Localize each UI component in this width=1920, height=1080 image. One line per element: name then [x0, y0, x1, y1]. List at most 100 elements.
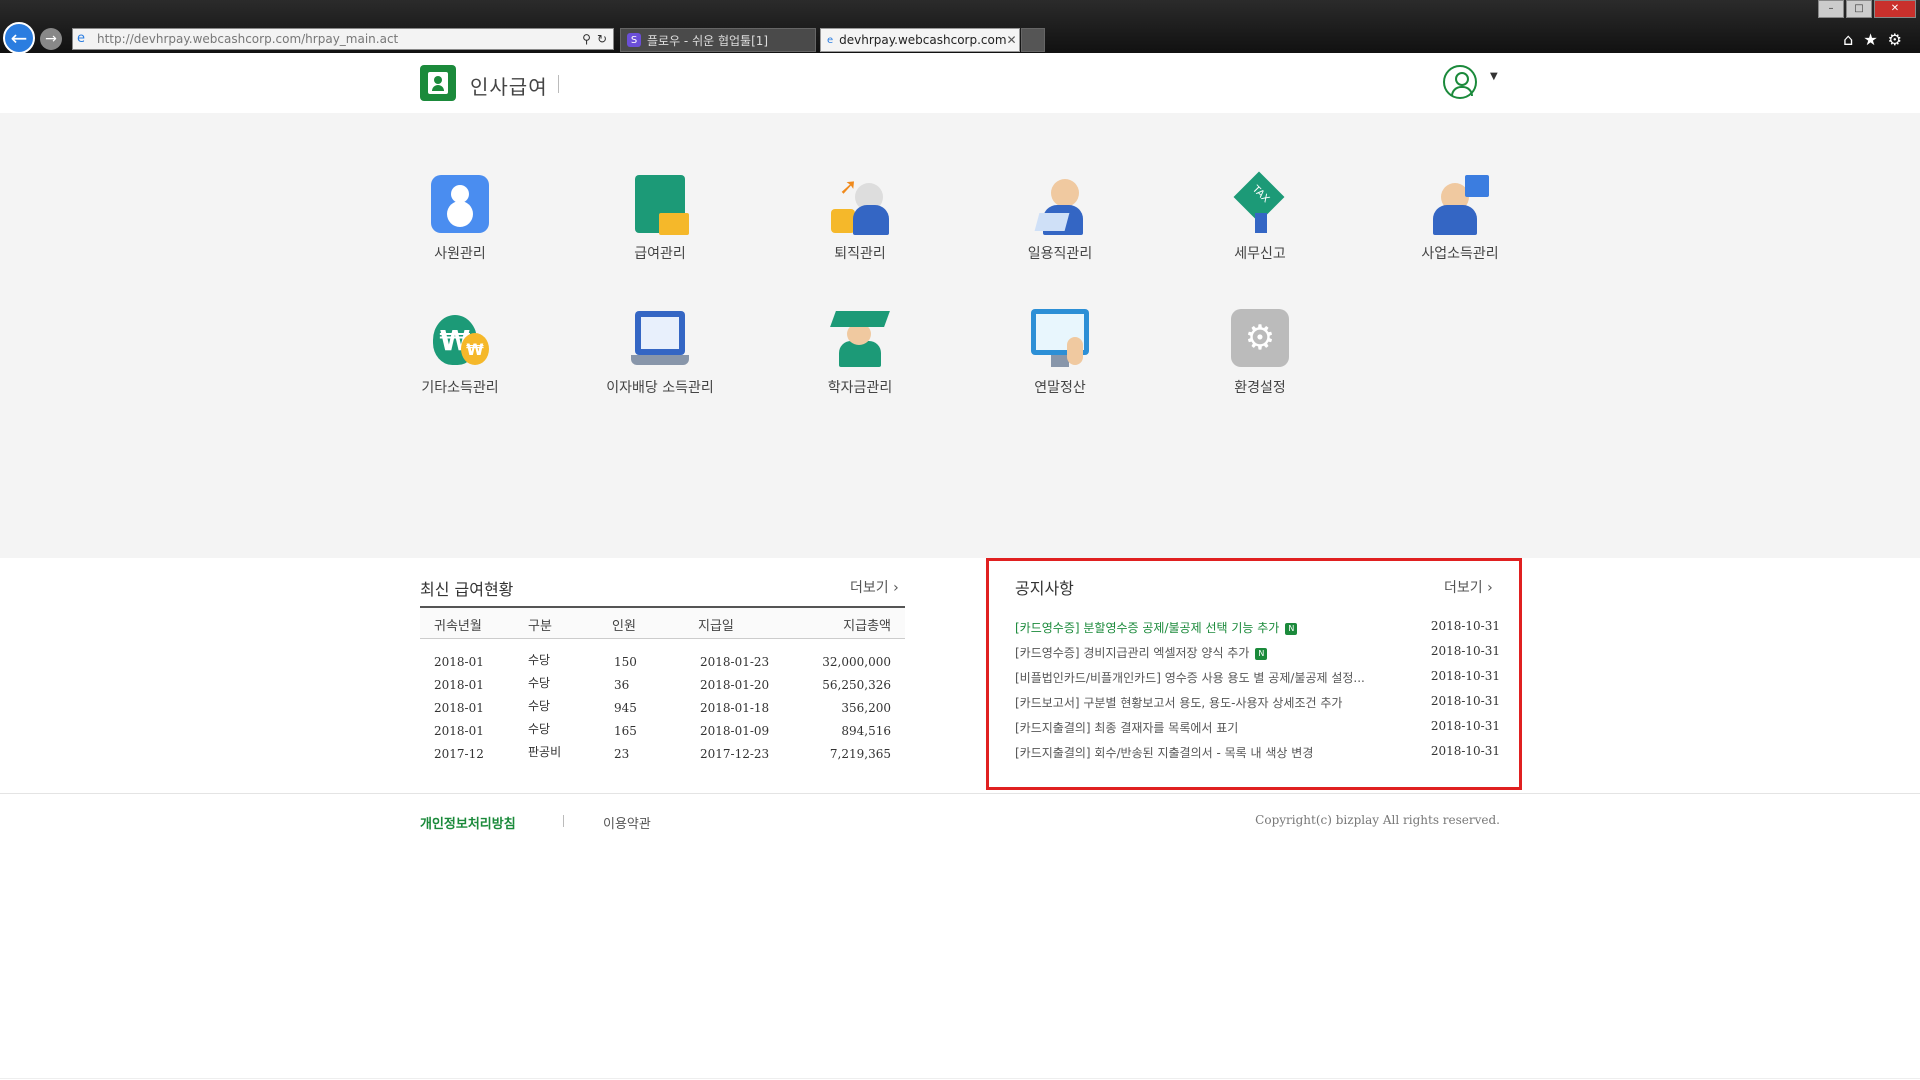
tax-tag-icon: TAX — [1229, 171, 1291, 235]
menu-settings[interactable]: ⚙ 환경설정 — [1180, 307, 1340, 407]
salary-row[interactable]: 2018-01 수당 945 2018-01-18 356,200 — [420, 697, 905, 719]
column-header: 지급일 — [698, 619, 734, 634]
salary-row[interactable]: 2018-01 수당 150 2018-01-23 32,000,000 — [420, 651, 905, 673]
maximize-button[interactable]: □ — [1846, 0, 1872, 18]
cell: 2017-12-23 — [700, 747, 770, 761]
window-controls: – □ ✕ — [1816, 0, 1916, 18]
menu-label: 연말정산 — [1034, 380, 1086, 396]
money-bag-icon: ₩ ₩ — [429, 307, 491, 369]
minimize-button[interactable]: – — [1818, 0, 1844, 18]
chevron-right-icon: › — [1487, 580, 1493, 596]
menu-retirement[interactable]: ➚ 퇴직관리 — [780, 173, 940, 273]
notice-date: 2018-10-31 — [1430, 719, 1500, 733]
notice-item[interactable]: [카드지출결의] 회수/반송된 지출결의서 - 목록 내 색상 변경 2018-… — [1015, 741, 1500, 763]
gear-icon: ⚙ — [1229, 307, 1291, 369]
ie-icon: e — [827, 34, 834, 46]
notice-item-title[interactable]: [카드지출결의] 최종 결재자를 목록에서 표기 — [1015, 719, 1238, 736]
back-button[interactable]: ← — [3, 22, 35, 54]
salary-row[interactable]: 2017-12 판공비 23 2017-12-23 7,219,365 — [420, 743, 905, 765]
notice-item[interactable]: [카드지출결의] 최종 결재자를 목록에서 표기 2018-10-31 — [1015, 716, 1500, 738]
menu-label: 사원관리 — [434, 246, 486, 262]
menu-label: 퇴직관리 — [834, 246, 886, 262]
search-icon[interactable]: ⚲ — [582, 32, 591, 46]
new-badge: N — [1255, 647, 1268, 660]
main-menu-area — [0, 113, 1920, 558]
url-text[interactable]: http://devhrpay.webcashcorp.com/hrpay_ma… — [97, 32, 582, 46]
notice-item-title[interactable]: [카드영수증] 경비지급관리 엑셀저장 양식 추가 N — [1015, 644, 1268, 661]
daily-worker-icon — [1029, 173, 1091, 235]
menu-employee[interactable]: 사원관리 — [380, 173, 540, 273]
cell: 56,250,326 — [822, 678, 891, 692]
column-header: 구분 — [528, 619, 552, 634]
notice-item[interactable]: [비플법인카드/비플개인카드] 영수증 사용 용도 별 공제/불공제 설정...… — [1015, 666, 1500, 688]
notice-text: [카드영수증] 경비지급관리 엑셀저장 양식 추가 — [1015, 646, 1250, 660]
tab-label: 플로우 - 쉬운 협업툴[1] — [647, 33, 769, 48]
menu-other-income[interactable]: ₩ ₩ 기타소득관리 — [380, 307, 540, 407]
cell: 2018-01-20 — [700, 678, 770, 692]
notice-text: [카드영수증] 분할영수증 공제/불공제 선택 기능 추가 — [1015, 621, 1280, 635]
flow-icon: S — [627, 33, 641, 47]
notice-item-title[interactable]: [카드보고서] 구분별 현황보고서 용도, 용도-사용자 상세조건 추가 — [1015, 694, 1342, 711]
notice-item[interactable]: [카드영수증] 경비지급관리 엑셀저장 양식 추가 N 2018-10-31 — [1015, 641, 1500, 663]
privacy-policy-link[interactable]: 개인정보처리방침 — [420, 813, 516, 832]
ie-icon: e — [77, 31, 85, 46]
menu-label: 환경설정 — [1234, 380, 1286, 396]
notice-item-title[interactable]: [카드영수증] 분할영수증 공제/불공제 선택 기능 추가 N — [1015, 619, 1298, 636]
cell: 165 — [614, 724, 637, 738]
cell: 945 — [614, 701, 637, 715]
refresh-icon[interactable]: ↻ — [597, 32, 607, 46]
home-icon[interactable]: ⌂ — [1843, 30, 1863, 49]
menu-label: 급여관리 — [634, 246, 686, 262]
employee-icon — [429, 173, 491, 235]
favorites-star-icon[interactable]: ★ — [1863, 30, 1887, 49]
menu-label: 일용직관리 — [1027, 246, 1093, 262]
salary-more-link[interactable]: 더보기 › — [850, 577, 899, 597]
salary-table-header: 귀속년월 구분 인원 지급일 지급총액 — [420, 606, 905, 639]
menu-business-income[interactable]: 사업소득관리 — [1380, 173, 1540, 273]
menu-payroll[interactable]: 급여관리 — [580, 173, 740, 273]
cell: 36 — [614, 678, 630, 692]
menu-tax-report[interactable]: TAX 세무신고 — [1180, 171, 1340, 273]
footer-divider — [0, 793, 1920, 794]
salary-row[interactable]: 2018-01 수당 36 2018-01-20 56,250,326 — [420, 674, 905, 696]
chevron-down-icon[interactable]: ▼ — [1490, 71, 1498, 82]
browser-tab-flow[interactable]: S 플로우 - 쉬운 협업툴[1] — [620, 28, 816, 52]
menu-year-end-settlement[interactable]: 연말정산 — [980, 307, 1140, 407]
menu-daily-worker[interactable]: 일용직관리 — [980, 173, 1140, 273]
notice-more-link[interactable]: 더보기 › — [1444, 577, 1493, 597]
user-avatar[interactable] — [1443, 65, 1477, 99]
address-bar[interactable]: e http://devhrpay.webcashcorp.com/hrpay_… — [72, 28, 614, 50]
close-tab-icon[interactable]: ✕ — [1007, 33, 1017, 47]
close-window-button[interactable]: ✕ — [1874, 0, 1916, 18]
salary-row[interactable]: 2018-01 수당 165 2018-01-09 894,516 — [420, 720, 905, 742]
more-label: 더보기 — [850, 580, 889, 596]
settings-gear-icon[interactable]: ⚙ — [1888, 30, 1912, 49]
notice-item-title[interactable]: [카드지출결의] 회수/반송된 지출결의서 - 목록 내 색상 변경 — [1015, 744, 1313, 761]
terms-link[interactable]: 이용약관 — [603, 813, 651, 832]
cell: 2017-12 — [434, 747, 484, 761]
menu-tuition[interactable]: 학자금관리 — [780, 307, 940, 407]
app-logo[interactable] — [420, 65, 456, 101]
notice-item[interactable]: [카드보고서] 구분별 현황보고서 용도, 용도-사용자 상세조건 추가 201… — [1015, 691, 1500, 713]
cell: 2018-01 — [434, 655, 484, 669]
cell: 23 — [614, 747, 630, 761]
business-income-icon — [1429, 173, 1491, 235]
payroll-book-icon — [629, 173, 691, 235]
retirement-icon: ➚ — [829, 173, 891, 235]
forward-button[interactable]: → — [40, 28, 62, 50]
menu-label: 기타소득관리 — [421, 380, 499, 396]
cell: 7,219,365 — [829, 747, 891, 761]
menu-label: 이자배당 소득관리 — [606, 380, 714, 396]
cell: 수당 — [528, 699, 551, 713]
notice-date: 2018-10-31 — [1430, 619, 1500, 633]
menu-interest-dividend[interactable]: 이자배당 소득관리 — [580, 307, 740, 407]
footer-separator — [563, 815, 564, 827]
cell: 수당 — [528, 653, 551, 667]
notice-date: 2018-10-31 — [1430, 644, 1500, 658]
new-tab-button[interactable] — [1021, 28, 1045, 52]
notice-item[interactable]: [카드영수증] 분할영수증 공제/불공제 선택 기능 추가 N 2018-10-3… — [1015, 616, 1500, 638]
notice-item-title[interactable]: [비플법인카드/비플개인카드] 영수증 사용 용도 별 공제/불공제 설정... — [1015, 669, 1365, 686]
cell: 판공비 — [528, 745, 562, 759]
graduate-icon — [829, 307, 891, 369]
browser-tab-hrpay[interactable]: e devhrpay.webcashcorp.com ✕ — [820, 28, 1020, 52]
